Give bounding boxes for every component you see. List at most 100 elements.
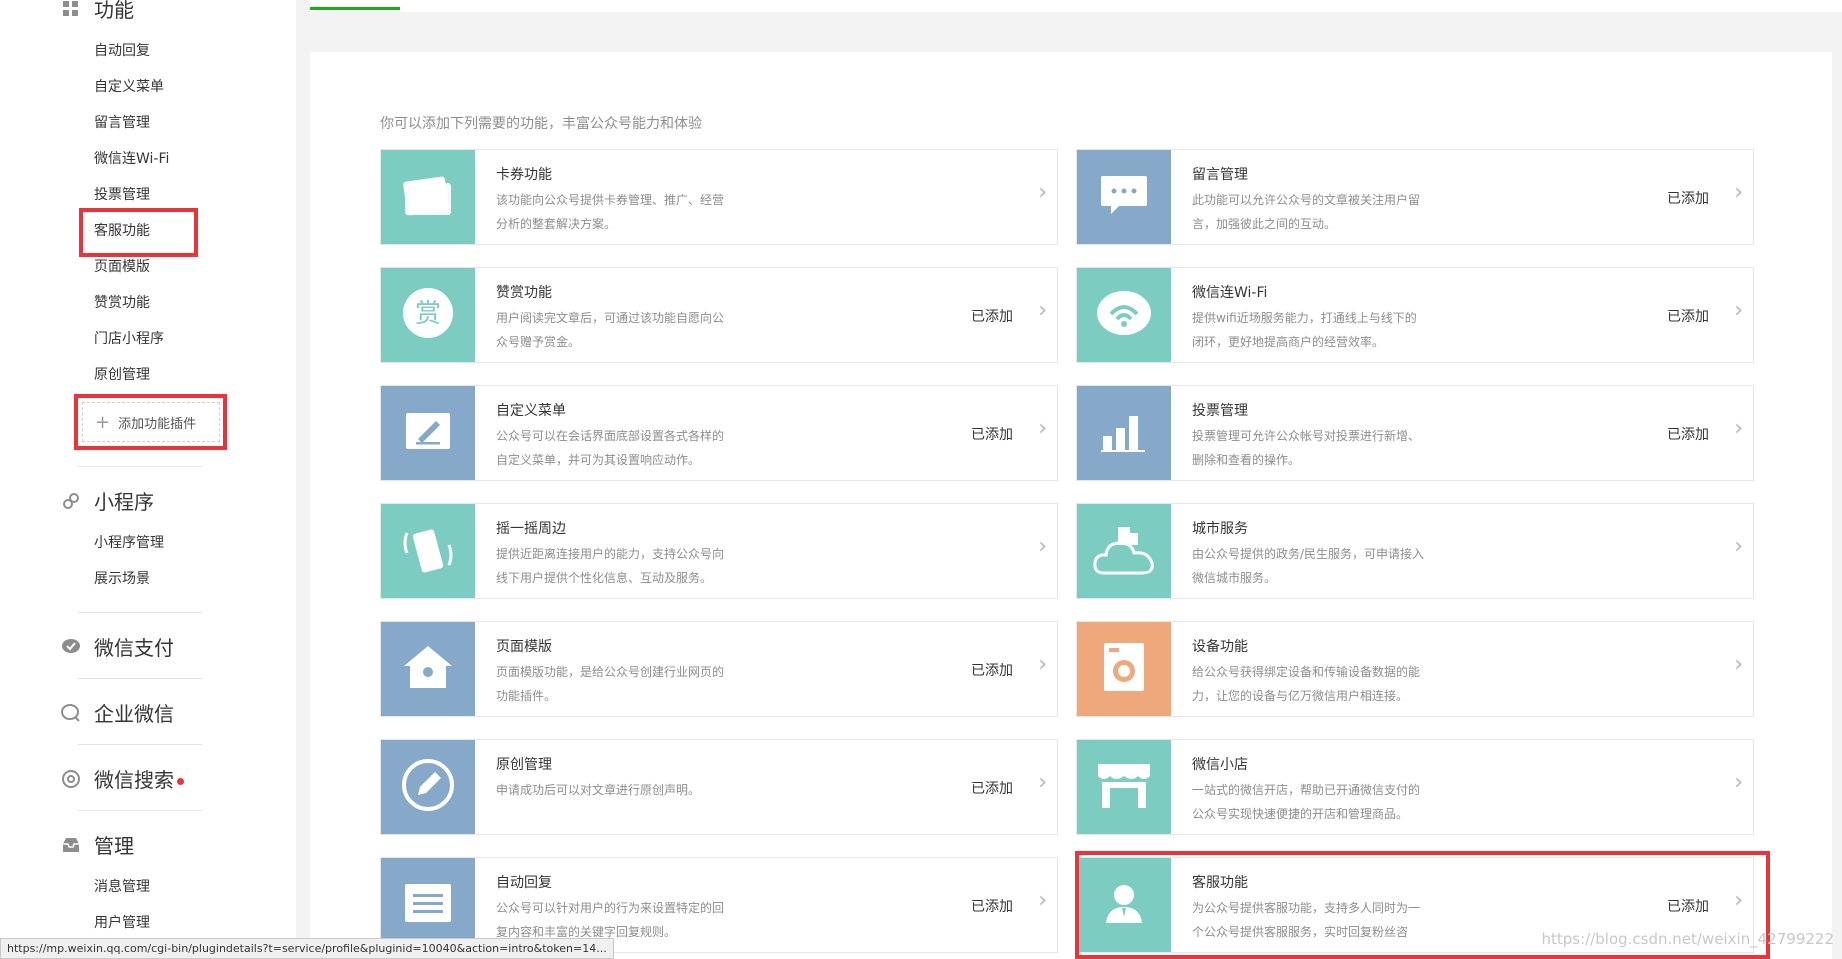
plugin-description: 申请成功后可以对文章进行原创声明。 (496, 783, 701, 797)
chevron-right-icon: › (1038, 416, 1047, 441)
plugin-title: 摇一摇周边 (496, 521, 566, 537)
home-icon (402, 644, 454, 694)
chevron-right-icon: › (1734, 416, 1743, 441)
chevron-right-icon: › (1734, 534, 1743, 559)
device-icon (1101, 641, 1147, 697)
plugin-description: 公众号可以针对用户的行为来设置特定的回复内容和丰富的关键字回复规则。 (496, 901, 725, 939)
chevron-right-icon: › (1038, 534, 1047, 559)
plugin-card[interactable]: 投票管理 投票管理可允许公众帐号对投票进行新增、删除和查看的操作。 已添加 › (1076, 385, 1754, 481)
group-title: 功能 (94, 0, 134, 22)
group-title: 企业微信 (94, 702, 174, 726)
group-title: 小程序 (94, 490, 154, 514)
plugin-thumb (1077, 622, 1171, 716)
plugin-thumb (381, 386, 475, 480)
highlight-box (79, 208, 198, 257)
sidebar-item-miniprogram-manage[interactable]: 小程序管理 (94, 532, 164, 552)
plugin-title: 微信连Wi-Fi (1192, 285, 1268, 301)
plugin-card[interactable]: 自定义菜单公众号可以在会话界面底部设置各式各样的自定义菜单，并可为其设置响应动作… (380, 385, 1058, 481)
sidebar-item-custom-menu[interactable]: 自定义菜单 (94, 76, 164, 96)
sidebar-group-manage[interactable]: 管理 (60, 830, 134, 859)
plugin-thumb (1077, 740, 1171, 834)
plugin-description: 一站式的微信开店，帮助已开通微信支付的公众号实现快速便捷的开店和管理商品。 (1192, 783, 1421, 821)
plugin-thumb (1077, 268, 1171, 362)
plugin-card[interactable]: 设备功能给公众号获得绑定设备和传输设备数据的能力，让您的设备与亿万微信用户相连接… (1076, 621, 1754, 717)
plugin-status: 已添加 (971, 427, 1013, 443)
plugin-thumb (1077, 386, 1171, 480)
original-pen-icon (401, 758, 455, 816)
plugin-title: 原创管理 (496, 757, 552, 773)
sidebar-group-miniprogram[interactable]: 小程序 (60, 486, 154, 515)
plugin-card[interactable]: 原创管理 申请成功后可以对文章进行原创声明。 已添加 › (380, 739, 1058, 835)
plugin-card[interactable]: 摇一摇周边提供近距离连接用户的能力，支持公众号向线下用户提供个性化信息、互动及服… (380, 503, 1058, 599)
tab-active-indicator (310, 7, 400, 10)
plugin-status: 已添加 (1667, 191, 1709, 207)
plugin-title: 投票管理 (1192, 403, 1248, 419)
plugin-thumb (1077, 504, 1171, 598)
comment-icon (1099, 174, 1149, 220)
chevron-right-icon: › (1038, 888, 1047, 913)
shake-phone-icon (401, 519, 455, 583)
reward-icon: 赏 (401, 286, 455, 344)
svg-text:赏: 赏 (415, 299, 441, 329)
sidebar-item-showcase[interactable]: 展示场景 (94, 568, 150, 588)
watermark: https://blog.csdn.net/weixin_42799222 (1541, 930, 1834, 948)
plugin-card[interactable]: 赏 赞赏功能用户阅读完文章后，可通过该功能自愿向公众号赠予赏金。 已添加 › (380, 267, 1058, 363)
sidebar-group-work[interactable]: 企业微信 (60, 698, 174, 727)
chevron-right-icon: › (1038, 180, 1047, 205)
sidebar-group-pay[interactable]: 微信支付 (60, 632, 174, 661)
plugin-description: 由公众号提供的政务/民生服务，可申请接入微信城市服务。 (1192, 547, 1425, 585)
group-title: 微信支付 (94, 636, 174, 660)
plugin-title: 赞赏功能 (496, 285, 552, 301)
sidebar-item-auto-reply[interactable]: 自动回复 (94, 40, 150, 60)
plugin-title: 微信小店 (1192, 757, 1248, 773)
plugin-card[interactable]: 留言管理 此功能可以允许公众号的文章被关注用户留言，加强彼此之间的互动。 已添加 › (1076, 149, 1754, 245)
search-icon (60, 768, 82, 790)
plugin-status: 已添加 (1667, 309, 1709, 325)
plugin-title: 设备功能 (1192, 639, 1248, 655)
bar-chart-icon (1099, 410, 1149, 456)
sidebar-item-store-miniprogram[interactable]: 门店小程序 (94, 328, 164, 348)
plugin-status: 已添加 (971, 309, 1013, 325)
sidebar: 功能 自动回复 自定义菜单 留言管理 微信连Wi-Fi 投票管理 客服功能 页面… (0, 0, 296, 959)
plugin-title: 自定义菜单 (496, 403, 566, 419)
divider (78, 678, 202, 679)
sidebar-item-messages[interactable]: 消息管理 (94, 876, 150, 896)
plugin-card[interactable]: 页面模版 页面模版功能，是给公众号创建行业网页的功能插件。 已添加 › (380, 621, 1058, 717)
chevron-right-icon: › (1038, 298, 1047, 323)
plugin-thumb (381, 622, 475, 716)
plugin-card[interactable]: 城市服务由公众号提供的政务/民生服务，可申请接入微信城市服务。 › (1076, 503, 1754, 599)
sidebar-item-comments[interactable]: 留言管理 (94, 112, 150, 132)
plugin-card[interactable]: 微信小店一站式的微信开店，帮助已开通微信支付的公众号实现快速便捷的开店和管理商品… (1076, 739, 1754, 835)
plugin-description: 提供近距离连接用户的能力，支持公众号向线下用户提供个性化信息、互动及服务。 (496, 547, 725, 585)
plugin-description: 给公众号获得绑定设备和传输设备数据的能力，让您的设备与亿万微信用户相连接。 (1192, 665, 1421, 703)
sidebar-group-functions[interactable]: 功能 (60, 0, 134, 23)
plugin-card[interactable]: 卡券功能 该功能向公众号提供卡券管理、推广、经营分析的整套解决方案。 › (380, 149, 1058, 245)
plugin-description: 公众号可以在会话界面底部设置各式各样的自定义菜单，并可为其设置响应动作。 (496, 429, 725, 467)
sidebar-item-users[interactable]: 用户管理 (94, 912, 150, 932)
plugin-thumb (381, 740, 475, 834)
sidebar-group-search[interactable]: 微信搜索 (60, 764, 184, 793)
sidebar-item-wifi[interactable]: 微信连Wi-Fi (94, 148, 169, 168)
plugin-status: 已添加 (971, 899, 1013, 915)
highlight-box (74, 394, 227, 450)
plugin-title: 自动回复 (496, 875, 552, 891)
plugin-thumb: 赏 (381, 268, 475, 362)
inbox-icon (60, 834, 82, 856)
sidebar-item-page-template[interactable]: 页面模版 (94, 256, 150, 276)
top-tabs (310, 0, 1842, 12)
sidebar-item-reward[interactable]: 赞赏功能 (94, 292, 150, 312)
enterprise-chat-icon (60, 702, 82, 724)
sidebar-item-vote[interactable]: 投票管理 (94, 184, 150, 204)
plugin-status: 已添加 (971, 781, 1013, 797)
plugin-title: 留言管理 (1192, 167, 1248, 183)
browser-status-bar: https://mp.weixin.qq.com/cgi-bin/plugind… (0, 938, 614, 959)
divider (78, 810, 202, 811)
plugin-description: 用户阅读完文章后，可通过该功能自愿向公众号赠予赏金。 (496, 311, 725, 349)
chevron-right-icon: › (1734, 180, 1743, 205)
edit-menu-icon (404, 411, 452, 455)
chevron-right-icon: › (1734, 770, 1743, 795)
sidebar-item-original[interactable]: 原创管理 (94, 364, 150, 384)
auto-reply-icon (403, 882, 453, 928)
plugin-title: 城市服务 (1192, 521, 1248, 537)
plugin-card[interactable]: 微信连Wi-Fi 提供wifi近场服务能力，打通线上与线下的闭环，更好地提高商户的… (1076, 267, 1754, 363)
